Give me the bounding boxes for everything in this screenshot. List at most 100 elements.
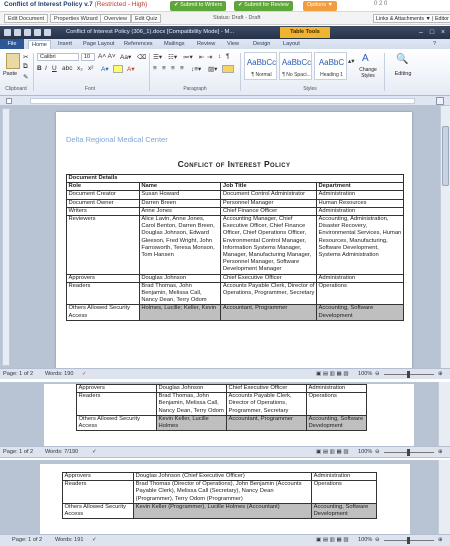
change-styles-button[interactable]: Change Styles xyxy=(356,67,380,79)
decrease-indent-icon[interactable]: ⇤ xyxy=(199,53,204,61)
tab-view[interactable]: View xyxy=(224,40,242,49)
tab-properties-wizard[interactable]: Properties Wizard xyxy=(50,14,102,23)
editing-button[interactable]: Editing xyxy=(388,71,418,77)
tab-overview[interactable]: Overview xyxy=(100,14,131,23)
zoom-level[interactable]: 100% xyxy=(358,371,372,377)
tab-selector-icon[interactable] xyxy=(6,98,12,104)
subscript-icon[interactable]: x₂ xyxy=(77,65,83,72)
bullets-icon[interactable]: ☰▾ xyxy=(153,53,162,61)
view-buttons-icon[interactable]: ▣ ▤ ▥ ▦ ▧ xyxy=(316,371,349,377)
paste-label[interactable]: Paste xyxy=(3,71,17,77)
bold-icon[interactable]: B xyxy=(37,65,42,72)
word-count[interactable]: Words: 191 xyxy=(55,537,84,543)
page-count[interactable]: Page: 1 of 2 xyxy=(3,449,33,455)
vertical-scrollbar[interactable] xyxy=(440,106,450,368)
document-page[interactable]: Approvers Douglas Johnson (Chief Executi… xyxy=(40,464,410,534)
change-case-icon[interactable]: Aa▾ xyxy=(120,53,131,61)
undo-icon[interactable] xyxy=(24,29,31,36)
style-normal[interactable]: AaBbCc ¶ Normal xyxy=(244,52,277,80)
zoom-slider-knob[interactable] xyxy=(407,449,410,456)
copy-icon[interactable]: ⧉ xyxy=(23,63,28,71)
zoom-in-icon[interactable]: ⊕ xyxy=(438,537,443,543)
submit-to-writers-button[interactable]: ✔ Submit to Writers xyxy=(170,1,227,11)
page-count[interactable]: Page: 1 of 2 xyxy=(3,371,33,377)
font-size-select[interactable]: 10 xyxy=(81,53,95,61)
document-details-table[interactable]: Approvers Douglas Johnson Chief Executiv… xyxy=(76,383,367,432)
close-icon[interactable]: × xyxy=(438,28,448,37)
tab-page-layout[interactable]: Page Layout xyxy=(80,40,117,49)
style-no-spacing[interactable]: AaBbCc ¶ No Spaci... xyxy=(279,52,312,80)
help-icon[interactable]: ? xyxy=(430,40,439,49)
zoom-slider-knob[interactable] xyxy=(407,371,410,378)
tab-mailings[interactable]: Mailings xyxy=(161,40,188,49)
cut-icon[interactable]: ✂ xyxy=(23,53,28,61)
increase-indent-icon[interactable]: ⇥ xyxy=(207,53,212,61)
font-name-select[interactable]: Calibri xyxy=(37,53,79,61)
line-spacing-icon[interactable]: ↕≡▾ xyxy=(191,65,201,73)
zoom-in-icon[interactable]: ⊕ xyxy=(438,371,443,377)
grow-font-icon[interactable]: A˄ A˅ xyxy=(98,53,116,60)
zoom-level[interactable]: 100% xyxy=(358,537,372,543)
show-marks-icon[interactable]: ¶ xyxy=(226,53,230,60)
word-count[interactable]: Words: 7/190 xyxy=(45,449,78,455)
zoom-out-icon[interactable]: ⊖ xyxy=(375,449,380,455)
links-editor-tools-menu[interactable]: Links & Attachments ▼ | Editor Tools ▼ xyxy=(373,14,450,23)
vertical-scrollbar[interactable] xyxy=(438,460,450,534)
view-buttons-icon[interactable]: ▣ ▤ ▥ ▦ ▧ xyxy=(316,449,349,455)
format-painter-icon[interactable]: ✎ xyxy=(23,73,28,81)
align-left-icon[interactable]: ≡ xyxy=(153,65,157,72)
save-icon[interactable] xyxy=(14,29,21,36)
submit-for-review-button[interactable]: ✔ Submit for Review xyxy=(234,1,293,11)
justify-icon[interactable]: ≡ xyxy=(180,65,184,72)
tab-layout[interactable]: Layout xyxy=(280,40,303,49)
underline-icon[interactable]: U xyxy=(52,65,57,72)
change-styles-icon[interactable]: A xyxy=(362,53,369,64)
notification-counts[interactable]: 0 2 0 xyxy=(374,1,387,7)
align-right-icon[interactable]: ≡ xyxy=(171,65,175,72)
document-page[interactable]: Approvers Douglas Johnson Chief Executiv… xyxy=(44,383,414,446)
page-count[interactable]: Page: 1 of 2 xyxy=(12,537,42,543)
styles-scroll-icon[interactable]: ▴▾ xyxy=(348,57,355,65)
view-buttons-icon[interactable]: ▣ ▤ ▥ ▦ ▧ xyxy=(316,537,349,543)
style-heading-1[interactable]: AaBbC Heading 1 xyxy=(314,52,347,80)
find-icon[interactable]: 🔍 xyxy=(396,54,408,65)
document-details-table[interactable]: Document Details Role Name Job Title Dep… xyxy=(66,173,405,321)
tab-references[interactable]: References xyxy=(121,40,156,49)
view-ruler-icon[interactable] xyxy=(436,97,444,105)
proofing-icon[interactable]: ✓ xyxy=(92,449,97,455)
ruler-track[interactable] xyxy=(30,98,415,104)
italic-icon[interactable]: I xyxy=(45,65,47,72)
superscript-icon[interactable]: x² xyxy=(88,65,93,72)
paste-icon[interactable] xyxy=(6,53,20,69)
document-details-table[interactable]: Approvers Douglas Johnson (Chief Executi… xyxy=(61,471,377,520)
strikethrough-icon[interactable]: abc xyxy=(62,65,72,72)
shading-icon[interactable]: ▨▾ xyxy=(208,65,217,73)
tab-home[interactable]: Home xyxy=(28,40,51,49)
tab-design[interactable]: Design xyxy=(250,40,273,49)
vertical-scrollbar[interactable] xyxy=(438,382,450,446)
sort-icon[interactable]: ↕ xyxy=(218,53,221,60)
tab-insert[interactable]: Insert xyxy=(55,40,75,49)
font-color-icon[interactable]: A▾ xyxy=(127,65,135,73)
zoom-level[interactable]: 100% xyxy=(358,449,372,455)
restore-icon[interactable]: □ xyxy=(427,28,437,37)
word-count[interactable]: Words: 190 xyxy=(45,371,74,377)
proofing-icon[interactable]: ✓ xyxy=(82,371,87,377)
minimize-icon[interactable]: – xyxy=(416,28,426,37)
multilevel-list-icon[interactable]: ≔▾ xyxy=(183,53,193,61)
proofing-icon[interactable]: ✓ xyxy=(92,537,97,543)
zoom-slider-knob[interactable] xyxy=(407,537,410,544)
zoom-in-icon[interactable]: ⊕ xyxy=(438,449,443,455)
tab-review[interactable]: Review xyxy=(194,40,218,49)
redo-icon[interactable] xyxy=(34,29,41,36)
tab-edit-document[interactable]: Edit Document xyxy=(4,14,49,23)
tab-edit-quiz[interactable]: Edit Quiz xyxy=(131,14,162,23)
align-center-icon[interactable]: ≡ xyxy=(162,65,166,72)
zoom-out-icon[interactable]: ⊖ xyxy=(375,371,380,377)
numbering-icon[interactable]: ☷▾ xyxy=(168,53,177,61)
clear-formatting-icon[interactable]: ⌫ xyxy=(137,53,146,61)
borders-icon[interactable] xyxy=(222,65,234,73)
highlight-color-icon[interactable] xyxy=(113,65,123,73)
zoom-out-icon[interactable]: ⊖ xyxy=(375,537,380,543)
star-icon[interactable]: ☆ xyxy=(138,0,145,9)
